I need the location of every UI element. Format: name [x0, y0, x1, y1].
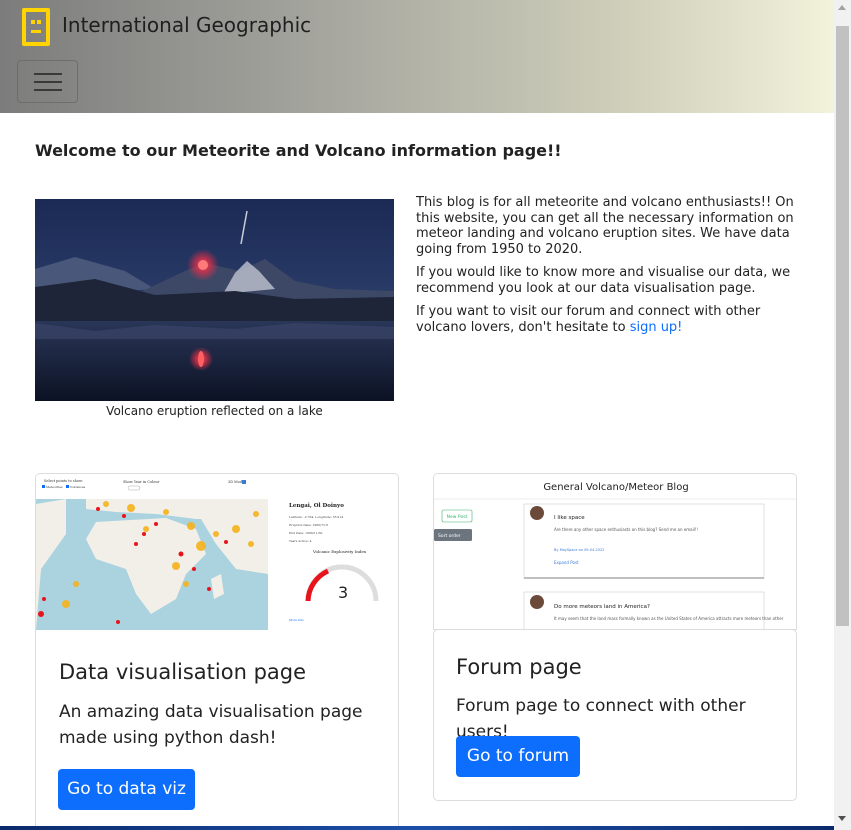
intro-paragraph-2: If you would like to know more and visua… [416, 265, 791, 296]
dataviz-card-text: An amazing data visualisation page made … [59, 702, 363, 748]
scroll-up-arrow-icon[interactable] [838, 5, 846, 10]
image-caption: Volcano eruption reflected on a lake [106, 404, 323, 418]
forum-thumb-post2-body: It may seem that the land mass formally … [554, 616, 784, 621]
forum-thumb-post1-meta: By MaySpace on 09-04-2022 [554, 548, 604, 552]
thumb-legend-volcanoes: Volcanoes [69, 485, 86, 489]
thumb-info-line: Years Active: 4 [288, 539, 312, 543]
thumb-checkbox-label: 3D Mode [228, 480, 244, 484]
forum-card: Forum page Forum page to connect with ot… [433, 629, 797, 801]
thumb-gauge-title: Volcanic Explosivity Index [312, 549, 367, 554]
face-logo-icon[interactable] [22, 8, 50, 46]
page-title: Welcome to our Meteorite and Volcano inf… [35, 141, 562, 160]
intro-paragraph-3: If you want to visit our forum and conne… [416, 304, 761, 335]
thumb-legend-meteorites: Meteorites [46, 485, 63, 489]
thumb-legend-label: Select points to show: [44, 479, 83, 483]
forum-card-title: Forum page [456, 655, 582, 679]
intro-text: This blog is for all meteorite and volca… [416, 195, 794, 343]
thumb-info-line: End Date: 1966/11/30 [289, 531, 323, 535]
forum-thumb-post1-body: Are there any other space enthusiasts on… [554, 527, 698, 532]
brand-title[interactable]: International Geographic [62, 13, 311, 37]
forum-thumb-post1-link: Expand Post [554, 560, 579, 565]
go-to-dataviz-button[interactable]: Go to data viz [58, 769, 195, 810]
scrollbar-thumb[interactable] [836, 26, 849, 626]
thumb-location: Lengai, Ol Doinyo [289, 503, 344, 509]
forum-thumb-header: General Volcano/Meteor Blog [543, 482, 688, 493]
thumb-toggle-label: Show Year in Colour [123, 480, 160, 484]
thumb-more-link: More Info [289, 618, 304, 622]
volcano-eruption-image [35, 199, 394, 401]
thumb-info-line: Eruption Date: 1966/7/18 [289, 523, 328, 527]
dataviz-card-title: Data visualisation page [59, 660, 307, 684]
forum-thumb-new-post: New Post [447, 514, 468, 520]
thumb-gauge-value: 3 [338, 583, 348, 602]
forum-thumbnail: General Volcano/Meteor Blog New Post Sor… [433, 473, 797, 630]
intro-paragraph-1: This blog is for all meteorite and volca… [416, 195, 794, 257]
signup-link[interactable]: sign up! [630, 320, 683, 335]
thumb-info-line: Latitude: -2.764, Longitude: 35.914 [289, 515, 343, 519]
vertical-scrollbar[interactable] [834, 0, 851, 830]
forum-thumb-sort: Sort order [438, 533, 461, 539]
go-to-forum-button[interactable]: Go to forum [456, 736, 580, 777]
hamburger-menu-icon [34, 73, 62, 75]
hamburger-menu-button[interactable] [17, 60, 78, 103]
forum-thumb-post1-title: I like space [554, 515, 585, 521]
forum-thumb-post2-title: Do more meteors land in America? [554, 604, 650, 610]
dataviz-card: Select points to show: Meteorites Volcan… [35, 473, 399, 830]
dataviz-thumbnail: Select points to show: Meteorites Volcan… [36, 474, 398, 632]
taskbar-strip [0, 826, 834, 830]
scroll-down-arrow-icon[interactable] [838, 816, 846, 821]
navbar: International Geographic [0, 0, 834, 113]
